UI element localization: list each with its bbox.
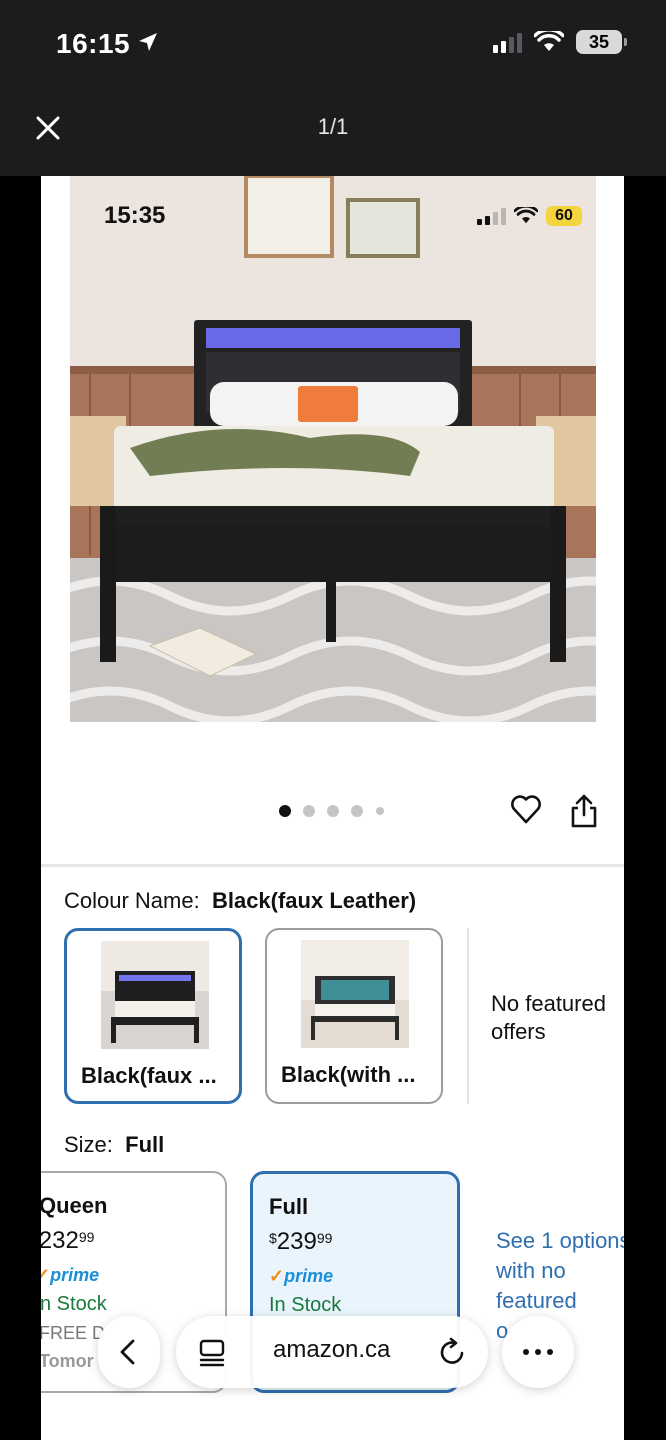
battery-indicator: 60 [546,206,582,226]
carousel-dot[interactable] [327,805,339,817]
more-button[interactable] [502,1316,574,1388]
see-options-line: with no [496,1258,566,1283]
price-cents: 99 [316,1230,333,1246]
price-currency: $ [269,1230,277,1246]
product-image[interactable]: 15:35 60 [70,176,596,722]
viewer-header: 1/1 [0,90,666,176]
reload-icon[interactable] [438,1337,468,1367]
chevron-left-icon [120,1339,135,1365]
screenshot-indicators: 60 [477,206,582,226]
size-value: Full [125,1132,165,1157]
delivery-date: Tomor [41,1351,94,1371]
location-arrow-icon [139,33,157,51]
status-indicators: 35 [493,30,627,54]
free-delivery-text: FREE D [41,1323,106,1343]
price-main: 239 [276,1228,317,1255]
see-options-line: See 1 options [496,1228,624,1253]
wifi-icon [534,31,564,51]
stock-status: n Stock [41,1293,107,1315]
swatch-label: Black(with ... [281,1062,416,1087]
size-name: Full [269,1194,309,1219]
carousel-dot[interactable] [351,805,363,817]
stock-status: In Stock [269,1294,342,1316]
swatch-divider [467,928,469,1104]
back-button[interactable] [98,1316,160,1388]
page-counter: 1/1 [317,114,349,139]
size-row: Size: Full [64,1132,164,1158]
browser-toolbar: amazon.ca [98,1316,574,1390]
more-icon [523,1349,553,1355]
swatch-label: Black(faux ... [81,1063,217,1088]
screenshot-status-bar: 15:35 60 [70,176,596,256]
wifi-icon [514,207,538,224]
prime-badge: ✓prime [41,1265,99,1286]
price-main: 232 [41,1227,79,1254]
carousel-dot[interactable] [376,807,384,815]
colour-swatch-black-faux-leather[interactable]: Black(faux ... [64,928,242,1104]
size-price: $23999 [269,1228,332,1256]
carousel-dot[interactable] [303,805,315,817]
no-featured-offers-text: No featured offers [491,990,621,1046]
price-cents: 99 [78,1229,95,1245]
bed-photo [70,176,596,722]
url-text: amazon.ca [273,1336,391,1363]
colour-value: Black(faux Leather) [211,888,417,913]
swatch-thumbnail [301,940,409,1048]
address-bar[interactable]: amazon.ca [176,1316,488,1388]
size-label: Size: [64,1132,113,1157]
screenshot-time: 15:35 [104,202,166,229]
carousel-dot[interactable] [279,805,291,817]
cell-signal-icon [493,31,522,53]
no-featured-offers-label: No featured offers [491,991,606,1044]
colour-label: Colour Name: [64,888,200,913]
see-options-line: featured [496,1288,577,1313]
size-name: Queen [41,1193,108,1218]
battery-indicator: 35 [576,30,627,54]
cell-signal-icon [477,207,506,225]
colour-swatch-black-with[interactable]: Black(with ... [265,928,443,1104]
amazon-product-page: 15:35 60 Colour Name: Black(faux Leather… [41,176,624,1440]
status-bar: 16:15 35 [0,0,666,90]
prime-label: prime [284,1266,334,1286]
viewer-root: 16:15 35 1/1 15:35 60 Colour Name: Black… [0,0,666,1440]
size-price: $23299 [41,1227,94,1255]
heart-icon[interactable] [509,792,543,826]
swatch-thumbnail [101,941,209,1049]
prime-label: prime [50,1265,100,1285]
share-icon[interactable] [569,793,599,829]
colour-name-row: Colour Name: Black(faux Leather) [64,888,416,914]
page-menu-icon[interactable] [198,1338,226,1368]
prime-badge: ✓prime [269,1266,334,1286]
status-time: 16:15 [56,28,131,59]
section-divider [41,864,624,867]
